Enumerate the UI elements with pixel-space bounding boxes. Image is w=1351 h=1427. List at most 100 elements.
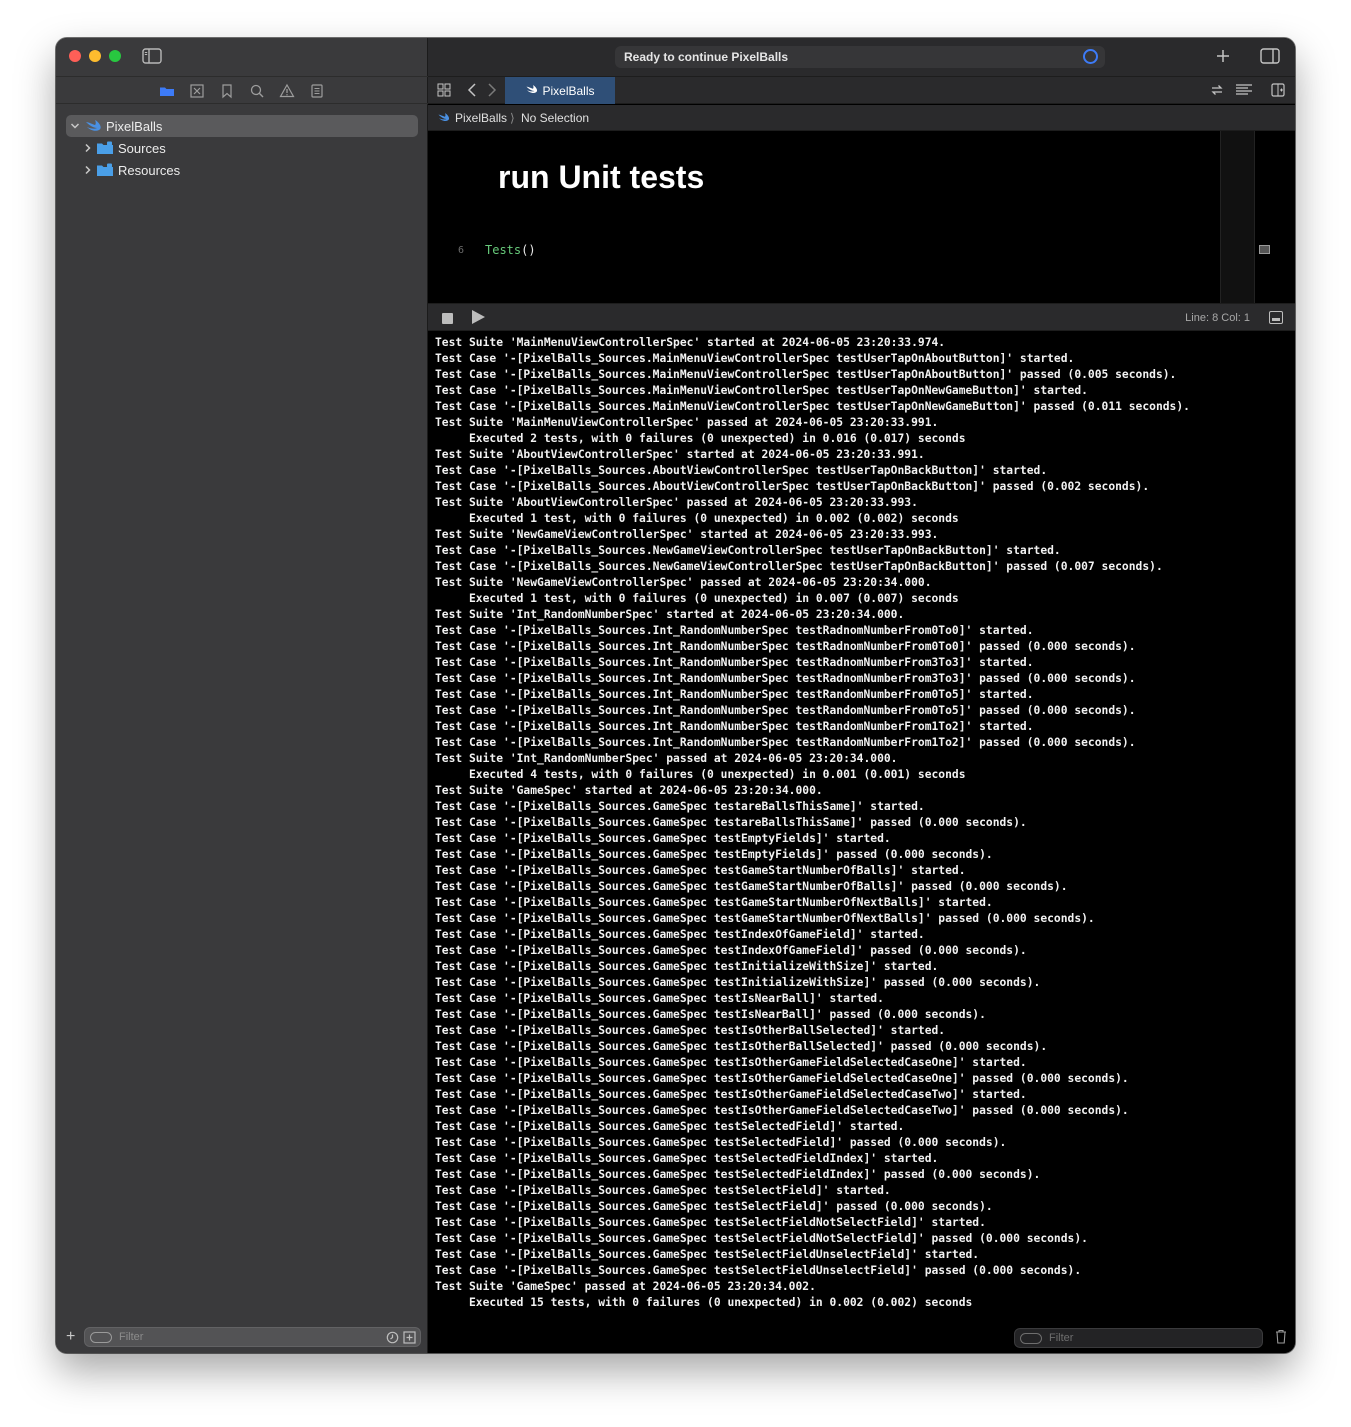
console-filter-input[interactable]: Filter — [1014, 1328, 1263, 1348]
navigator-footer: + Filter — [56, 1323, 428, 1353]
console-line: Test Suite 'Int_RandomNumberSpec' starte… — [435, 608, 905, 621]
console-line: Test Case '-[PixelBalls_Sources.GameSpec… — [435, 1264, 1082, 1277]
sidebar-toggle-icon[interactable] — [142, 48, 162, 64]
console-line: Test Case '-[PixelBalls_Sources.GameSpec… — [435, 880, 1068, 893]
console-line: Test Case '-[PixelBalls_Sources.MainMenu… — [435, 400, 1190, 413]
find-icon[interactable] — [249, 83, 265, 99]
console-line: Test Case '-[PixelBalls_Sources.GameSpec… — [435, 1024, 946, 1037]
console-line: Test Case '-[PixelBalls_Sources.GameSpec… — [435, 1008, 986, 1021]
console-line: Test Case '-[PixelBalls_Sources.GameSpec… — [435, 1232, 1088, 1245]
tab-pixelballs[interactable]: PixelBalls — [505, 77, 615, 104]
tree-item-sources[interactable]: Sources — [66, 137, 418, 159]
console-line: Test Suite 'GameSpec' started at 2024-06… — [435, 784, 823, 797]
console-line: Test Case '-[PixelBalls_Sources.Int_Rand… — [435, 656, 1034, 669]
console-line: Test Case '-[PixelBalls_Sources.GameSpec… — [435, 832, 891, 845]
jumpbar-project[interactable]: PixelBalls — [455, 111, 507, 125]
hide-debug-area-icon[interactable] — [1269, 311, 1283, 324]
console-line: Test Suite 'NewGameViewControllerSpec' p… — [435, 576, 932, 589]
console-line: Test Case '-[PixelBalls_Sources.Int_Rand… — [435, 720, 1034, 733]
play-icon[interactable] — [472, 310, 485, 324]
console-line: Test Case '-[PixelBalls_Sources.GameSpec… — [435, 976, 1041, 989]
trash-icon[interactable] — [1275, 1329, 1287, 1344]
bookmark-icon[interactable] — [219, 83, 235, 99]
console-line: Test Case '-[PixelBalls_Sources.GameSpec… — [435, 1168, 1041, 1181]
console-line: Test Case '-[PixelBalls_Sources.GameSpec… — [435, 992, 884, 1005]
split-editor-icon[interactable] — [1271, 83, 1285, 102]
activity-status: Ready to continue PixelBalls — [624, 50, 789, 64]
console-line: Test Suite 'AboutViewControllerSpec' pas… — [435, 496, 918, 509]
console-line: Test Case '-[PixelBalls_Sources.NewGameV… — [435, 544, 1061, 557]
editor-heading: run Unit tests — [498, 159, 705, 195]
chevron-right-icon[interactable] — [82, 142, 94, 154]
cursor-position: Line: 8 Col: 1 — [1185, 312, 1250, 324]
console-line: Test Case '-[PixelBalls_Sources.GameSpec… — [435, 800, 925, 813]
editor-tab-bar: PixelBalls — [428, 76, 1295, 104]
tree-item-project[interactable]: PixelBalls — [66, 115, 418, 137]
tree-item-resources[interactable]: Resources — [66, 159, 418, 181]
source-control-icon[interactable] — [189, 83, 205, 99]
filter-placeholder: Filter — [1049, 1332, 1074, 1344]
source-control-filter-icon[interactable] — [403, 1331, 416, 1344]
console-line: Test Case '-[PixelBalls_Sources.GameSpec… — [435, 1120, 905, 1133]
recent-files-icon[interactable] — [386, 1331, 399, 1344]
swift-icon — [525, 84, 538, 98]
navigator-filter-input[interactable]: Filter — [84, 1327, 421, 1347]
back-chevron-icon[interactable] — [467, 82, 477, 103]
code-parens: () — [521, 243, 536, 257]
tree-item-label: PixelBalls — [106, 118, 163, 134]
stop-icon[interactable] — [442, 313, 453, 324]
console-line: Test Suite 'MainMenuViewControllerSpec' … — [435, 336, 946, 349]
console-line: Test Case '-[PixelBalls_Sources.Int_Rand… — [435, 640, 1136, 653]
tree-item-label: Sources — [118, 140, 166, 156]
console-line: Test Case '-[PixelBalls_Sources.GameSpec… — [435, 1040, 1048, 1053]
jump-bar: PixelBalls ⟩ No Selection — [428, 105, 1295, 131]
console-line: Test Case '-[PixelBalls_Sources.GameSpec… — [435, 1136, 1007, 1149]
swift-icon — [84, 119, 102, 133]
close-window-button[interactable] — [69, 50, 81, 62]
navigator-sidebar: PixelBalls Sources Resources + Filter — [56, 38, 428, 1353]
folder-icon — [96, 141, 114, 155]
code-function: Tests — [485, 243, 522, 257]
console-line: Test Case '-[PixelBalls_Sources.GameSpec… — [435, 1216, 986, 1229]
console-line: Test Case '-[PixelBalls_Sources.Int_Rand… — [435, 704, 1136, 717]
add-icon[interactable] — [1215, 48, 1231, 69]
zoom-window-button[interactable] — [109, 50, 121, 62]
related-items-icon[interactable] — [1210, 83, 1224, 102]
source-editor[interactable]: run Unit tests 6 Tests() — [428, 131, 1295, 303]
editor-gutter — [1254, 131, 1295, 303]
folder-icon — [96, 163, 114, 177]
console-footer: Filter — [428, 1323, 1295, 1353]
folder-icon[interactable] — [159, 83, 175, 99]
console-line: Test Case '-[PixelBalls_Sources.GameSpec… — [435, 944, 1027, 957]
chevron-down-icon[interactable] — [69, 120, 81, 132]
grid-icon[interactable] — [437, 83, 451, 102]
report-icon[interactable] — [309, 83, 325, 99]
console-output[interactable]: Test Suite 'MainMenuViewControllerSpec' … — [435, 335, 1290, 1315]
console-line: Test Case '-[PixelBalls_Sources.GameSpec… — [435, 816, 1027, 829]
chevron-right-icon[interactable] — [82, 164, 94, 176]
console-line: Executed 1 test, with 0 failures (0 unex… — [435, 512, 959, 525]
console-line: Test Suite 'NewGameViewControllerSpec' s… — [435, 528, 939, 541]
add-file-button[interactable]: + — [66, 1329, 75, 1345]
console-line: Test Case '-[PixelBalls_Sources.GameSpec… — [435, 864, 966, 877]
inspector-toggle-icon[interactable] — [1260, 48, 1280, 69]
swift-icon — [437, 112, 450, 126]
project-tree: PixelBalls Sources Resources — [66, 115, 418, 181]
console-line: Test Case '-[PixelBalls_Sources.GameSpec… — [435, 1088, 1027, 1101]
minimap[interactable] — [1220, 131, 1254, 303]
console-line: Test Case '-[PixelBalls_Sources.MainMenu… — [435, 352, 1075, 365]
code-line[interactable]: Tests() — [485, 243, 536, 257]
editor-options-icon[interactable] — [1235, 83, 1253, 102]
filter-icon — [1020, 1333, 1042, 1344]
console-line: Test Case '-[PixelBalls_Sources.GameSpec… — [435, 896, 993, 909]
console-line: Test Suite 'GameSpec' passed at 2024-06-… — [435, 1280, 816, 1293]
minimize-window-button[interactable] — [89, 50, 101, 62]
console-line: Test Case '-[PixelBalls_Sources.GameSpec… — [435, 1104, 1129, 1117]
console-line: Test Suite 'Int_RandomNumberSpec' passed… — [435, 752, 898, 765]
console-line: Executed 15 tests, with 0 failures (0 un… — [435, 1296, 973, 1309]
console-line: Test Case '-[PixelBalls_Sources.GameSpec… — [435, 1248, 980, 1261]
issue-icon[interactable] — [279, 83, 295, 99]
filter-icon — [90, 1332, 112, 1343]
jumpbar-selection[interactable]: No Selection — [521, 111, 589, 125]
forward-chevron-icon[interactable] — [487, 82, 497, 103]
